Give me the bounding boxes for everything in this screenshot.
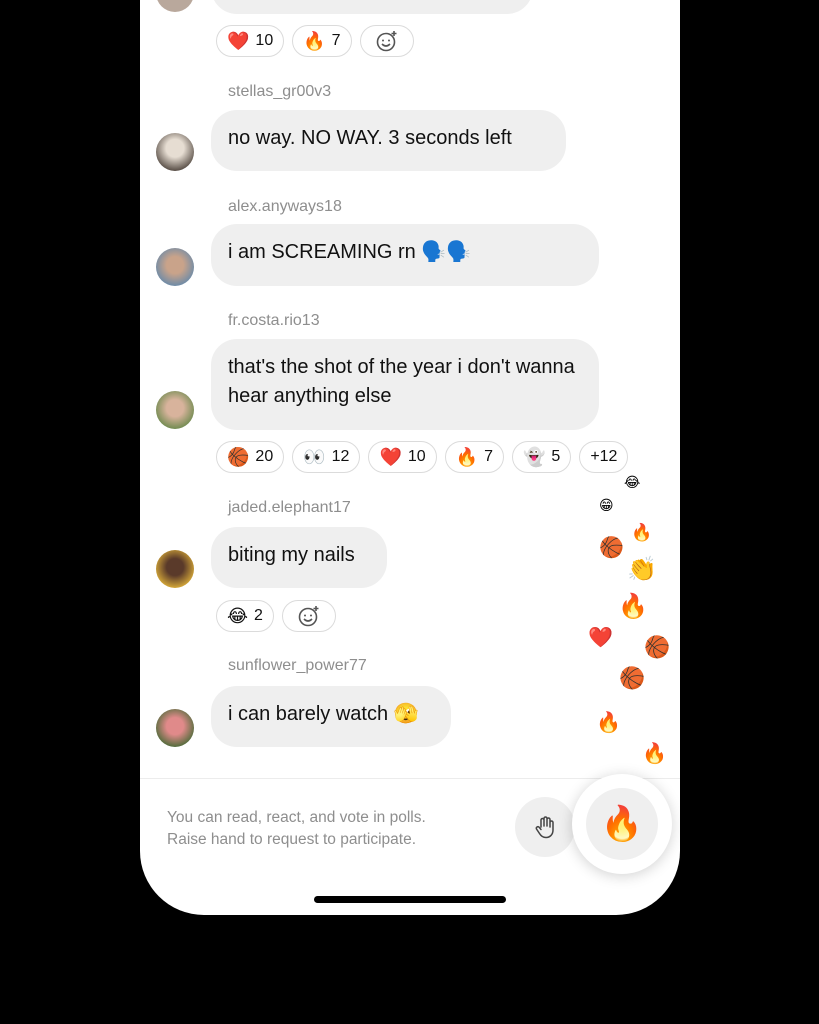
floating-reaction: ❤️ xyxy=(588,627,613,649)
reaction-count: 2 xyxy=(254,607,263,624)
add-reaction-icon xyxy=(298,606,319,627)
message-username[interactable]: jaded.elephant17 xyxy=(228,499,351,517)
avatar[interactable] xyxy=(156,0,194,12)
reaction-row: ❤️ 10 🔥 7 xyxy=(216,25,414,57)
reaction-pill[interactable]: 🏀 20 xyxy=(216,441,285,473)
reaction-count: 12 xyxy=(331,448,350,465)
heart-emoji: ❤️ xyxy=(227,30,250,51)
message-username[interactable]: sunflower_power77 xyxy=(228,657,367,675)
floating-reaction: 🏀 xyxy=(599,537,624,559)
participation-note-line: You can read, react, and vote in polls. xyxy=(167,809,426,826)
message-bubble-partial xyxy=(211,0,533,14)
chat-feed: ❤️ 10 🔥 7 stellas_gr00v3 no way. NO WAY.… xyxy=(140,0,680,780)
basketball-emoji: 🏀 xyxy=(227,446,250,467)
reaction-count: 10 xyxy=(255,32,274,49)
add-reaction-icon xyxy=(376,31,397,52)
reaction-pill[interactable]: 👻 5 xyxy=(511,441,572,473)
fire-reaction-inner: 🔥 xyxy=(586,788,658,860)
ghost-emoji: 👻 xyxy=(522,446,546,467)
floating-reaction: 🔥 xyxy=(631,523,653,542)
floating-reaction: 👏 xyxy=(627,556,657,583)
reaction-pill[interactable]: 😂 2 xyxy=(216,600,274,632)
reaction-row: 🏀 20 👀 12 ❤️ 10 🔥 7 👻 5 +12 xyxy=(216,441,629,473)
message-username[interactable]: alex.anyways18 xyxy=(228,198,342,216)
more-reactions-pill[interactable]: +12 xyxy=(579,441,629,473)
more-reactions-count: +12 xyxy=(590,448,618,465)
message-username[interactable]: stellas_gr00v3 xyxy=(228,83,331,101)
floating-reaction: 🔥 xyxy=(642,743,667,765)
laughing-emoji: 😂 xyxy=(227,605,249,626)
participation-note-line: Raise hand to request to participate. xyxy=(167,831,417,848)
message-bubble[interactable]: i can barely watch 🫣 xyxy=(211,686,451,747)
avatar[interactable] xyxy=(156,709,194,747)
reaction-pill[interactable]: ❤️ 10 xyxy=(368,441,437,473)
reaction-count: 7 xyxy=(331,32,341,49)
participation-note: You can read, react, and vote in polls. … xyxy=(167,807,426,851)
floating-reaction: 🏀 xyxy=(619,667,646,690)
heart-emoji: ❤️ xyxy=(379,446,402,467)
floating-reaction: 😂 xyxy=(624,474,641,490)
reaction-count: 20 xyxy=(255,448,274,465)
raise-hand-button[interactable] xyxy=(515,797,575,857)
reaction-row: 😂 2 xyxy=(216,600,336,632)
reaction-pill[interactable]: 👀 12 xyxy=(292,441,361,473)
reaction-count: 7 xyxy=(484,448,493,465)
message-bubble[interactable]: biting my nails xyxy=(211,527,387,588)
add-reaction-button[interactable] xyxy=(281,600,336,632)
avatar[interactable] xyxy=(156,391,194,429)
floating-reaction: 😁 xyxy=(599,497,614,513)
floating-reaction: 🏀 xyxy=(644,636,671,659)
avatar[interactable] xyxy=(156,248,194,286)
fire-emoji: 🔥 xyxy=(303,30,326,51)
avatar[interactable] xyxy=(156,133,194,171)
reaction-count: 10 xyxy=(407,448,426,465)
add-reaction-button[interactable] xyxy=(359,25,414,57)
avatar[interactable] xyxy=(156,550,194,588)
fire-icon: 🔥 xyxy=(600,805,644,843)
reaction-count: 5 xyxy=(551,448,561,465)
eyes-emoji: 👀 xyxy=(303,446,326,467)
message-bubble[interactable]: no way. NO WAY. 3 seconds left xyxy=(211,110,566,171)
message-bubble[interactable]: that's the shot of the year i don't wann… xyxy=(211,339,599,430)
phone-screen: ❤️ 10 🔥 7 stellas_gr00v3 no way. NO WAY.… xyxy=(140,0,680,915)
floating-reaction: 🔥 xyxy=(596,712,621,734)
fire-reaction-button[interactable]: 🔥 xyxy=(572,774,672,874)
floating-reaction: 🔥 xyxy=(618,593,648,620)
message-username[interactable]: fr.costa.rio13 xyxy=(228,312,320,330)
reaction-pill[interactable]: 🔥 7 xyxy=(292,25,352,57)
reaction-pill[interactable]: ❤️ 10 xyxy=(216,25,285,57)
raise-hand-icon xyxy=(535,816,554,839)
home-indicator xyxy=(314,896,506,903)
fire-emoji: 🔥 xyxy=(455,446,479,467)
reaction-pill[interactable]: 🔥 7 xyxy=(444,441,504,473)
message-bubble[interactable]: i am SCREAMING rn 🗣️🗣️ xyxy=(211,224,599,286)
